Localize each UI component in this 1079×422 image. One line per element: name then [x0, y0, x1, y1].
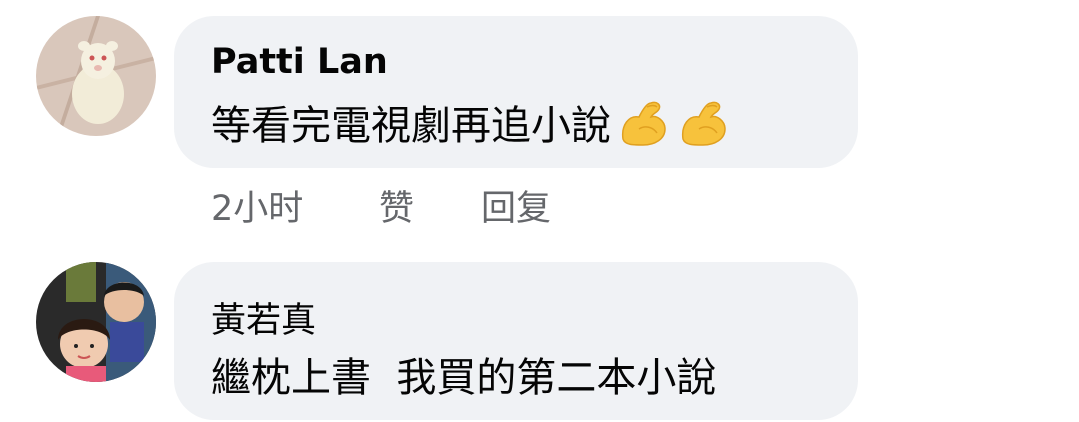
- flexed-biceps-emoji: [681, 101, 726, 146]
- comment-bubble: Patti Lan 等看完電視劇再追小說: [174, 16, 858, 168]
- comment-author[interactable]: 黃若真: [211, 292, 316, 343]
- comment-text: 繼枕上書 我買的第二本小說: [211, 355, 717, 401]
- avatar[interactable]: [36, 16, 156, 136]
- reply-button[interactable]: 回复: [481, 180, 551, 231]
- ferret-avatar-image: [36, 16, 156, 136]
- comment-item: 黃若真 繼枕上書 我買的第二本小說: [0, 240, 1079, 422]
- comment-item: Patti Lan 等看完電視劇再追小說 2小时 赞 回复: [0, 0, 1079, 240]
- flexed-biceps-emoji: [621, 101, 666, 146]
- avatar[interactable]: [36, 262, 156, 382]
- children-avatar-image: [36, 262, 156, 382]
- like-button[interactable]: 赞: [379, 180, 414, 231]
- comment-bubble: 黃若真 繼枕上書 我買的第二本小說: [174, 262, 858, 420]
- comment-text-row: 繼枕上書 我買的第二本小說: [211, 344, 716, 404]
- comment-text-row: 等看完電視劇再追小說: [211, 92, 731, 152]
- comment-author[interactable]: Patti Lan: [211, 42, 388, 82]
- comment-text: 等看完電視劇再追小說: [211, 103, 611, 149]
- comment-timestamp[interactable]: 2小时: [211, 180, 303, 231]
